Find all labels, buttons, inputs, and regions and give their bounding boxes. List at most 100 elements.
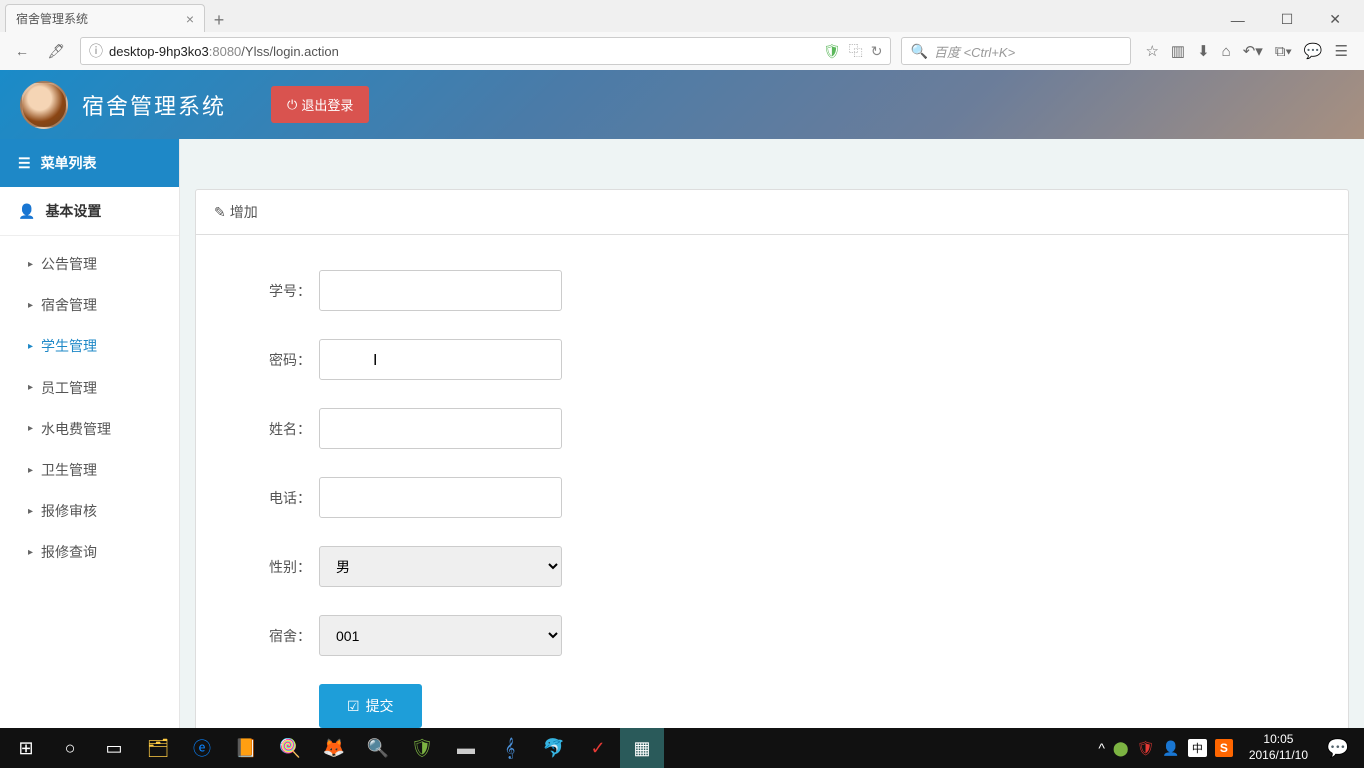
row-gender: 性别： 男 (251, 546, 1293, 587)
library-icon[interactable]: ▥ (1171, 42, 1185, 60)
sidebar-item-announcement[interactable]: ▸公告管理 (0, 244, 179, 285)
select-dorm[interactable]: 001 (319, 615, 562, 656)
tab-bar: 宿舍管理系统 × + — ☐ ✕ (0, 0, 1364, 32)
chat-icon[interactable]: 💬 (1304, 42, 1323, 60)
qr-icon[interactable]: ⿻ (849, 41, 863, 61)
logout-button[interactable]: ⏻ 退出登录 (271, 86, 369, 123)
sidebar-item-staff[interactable]: ▸员工管理 (0, 368, 179, 409)
select-gender[interactable]: 男 (319, 546, 562, 587)
sidebar-item-student[interactable]: ▸学生管理 (0, 326, 179, 367)
app-icon-4[interactable]: 🛡 (400, 728, 444, 768)
minimize-button[interactable]: — (1223, 8, 1253, 32)
taskview-icon[interactable]: ▭ (92, 728, 136, 768)
tray-icon-1[interactable]: ⬤ (1113, 740, 1129, 757)
app-icon-1[interactable]: 📙 (224, 728, 268, 768)
label-dorm: 宿舍： (251, 626, 311, 646)
tab-close-icon[interactable]: × (186, 11, 194, 27)
caret-icon: ▸ (28, 420, 33, 438)
sidebar-item-dorm[interactable]: ▸宿舍管理 (0, 285, 179, 326)
submit-button[interactable]: ☑ 提交 (319, 684, 422, 728)
logout-label: 退出登录 (301, 95, 353, 114)
menu-icon[interactable]: ☰ (1335, 42, 1348, 60)
panel-title: 增加 (230, 202, 258, 222)
sidebar-item-repair-query[interactable]: ▸报修查询 (0, 532, 179, 573)
reload-icon[interactable]: ↻ (871, 43, 883, 60)
info-icon[interactable]: ⓘ (89, 41, 103, 61)
sidebar-item-utilities[interactable]: ▸水电费管理 (0, 409, 179, 450)
app-body: ☰ 菜单列表 👤 基本设置 ▸公告管理 ▸宿舍管理 ▸学生管理 ▸员工管理 ▸水… (0, 139, 1364, 728)
edge-icon[interactable]: ⓔ (180, 728, 224, 768)
history-icon[interactable]: ↶▾ (1243, 42, 1263, 60)
sidebar: ☰ 菜单列表 👤 基本设置 ▸公告管理 ▸宿舍管理 ▸学生管理 ▸员工管理 ▸水… (0, 139, 180, 728)
cortana-icon[interactable]: ○ (48, 728, 92, 768)
maximize-button[interactable]: ☐ (1273, 7, 1302, 32)
sidebar-items: ▸公告管理 ▸宿舍管理 ▸学生管理 ▸员工管理 ▸水电费管理 ▸卫生管理 ▸报修… (0, 236, 179, 582)
browser-tab[interactable]: 宿舍管理系统 × (5, 4, 205, 32)
label-password: 密码： (251, 350, 311, 370)
start-button[interactable]: ⊞ (4, 728, 48, 768)
input-name[interactable] (319, 408, 562, 449)
app-icon-8[interactable]: ▦ (620, 728, 664, 768)
caret-icon: ▸ (28, 462, 33, 480)
check-icon: ☑ (347, 698, 360, 715)
ime-indicator[interactable]: 中 (1188, 739, 1207, 757)
sidebar-item-hygiene[interactable]: ▸卫生管理 (0, 450, 179, 491)
notification-icon[interactable]: 💬 (1316, 728, 1360, 768)
taskbar-clock[interactable]: 10:05 2016/11/10 (1241, 732, 1316, 763)
tray-icon-3[interactable]: 👤 (1162, 740, 1179, 757)
row-name: 姓名： (251, 408, 1293, 449)
url-text: desktop-9hp3ko3:8080/Ylss/login.action (109, 44, 823, 59)
row-student-id: 学号： (251, 270, 1293, 311)
app-icon-6[interactable]: 🐬 (532, 728, 576, 768)
tray-icon-2[interactable]: 🛡 (1137, 740, 1155, 757)
row-dorm: 宿舍： 001 (251, 615, 1293, 656)
url-bar[interactable]: ⓘ desktop-9hp3ko3:8080/Ylss/login.action… (80, 37, 891, 65)
label-name: 姓名： (251, 419, 311, 439)
bookmark-icon[interactable]: ☆ (1145, 42, 1158, 60)
app-icon-3[interactable]: 🔍 (356, 728, 400, 768)
shield-icon[interactable]: 🛡 (823, 43, 841, 60)
search-icon: 🔍 (910, 43, 927, 60)
sogou-icon[interactable]: S (1215, 739, 1233, 757)
close-window-button[interactable]: ✕ (1321, 7, 1349, 32)
sidebar-menu-header: ☰ 菜单列表 (0, 139, 179, 187)
window-controls: — ☐ ✕ (1223, 7, 1364, 32)
back-button[interactable]: ← (8, 37, 36, 65)
row-phone: 电话： (251, 477, 1293, 518)
sidebar-section-basic[interactable]: 👤 基本设置 (0, 187, 179, 236)
label-gender: 性别： (251, 557, 311, 577)
terminal-icon[interactable]: ▬ (444, 728, 488, 768)
caret-icon: ▸ (28, 544, 33, 562)
new-tab-button[interactable]: + (205, 8, 233, 32)
app-icon-7[interactable]: ✓ (576, 728, 620, 768)
main-content: ✎ 增加 学号： 密码： 姓名： (180, 139, 1364, 728)
identity-icon[interactable]: 🖋 (42, 37, 70, 65)
tray-up-icon[interactable]: ^ (1098, 740, 1105, 756)
search-box[interactable]: 🔍 百度 <Ctrl+K> (901, 37, 1131, 65)
panel-header: ✎ 增加 (196, 190, 1348, 235)
input-phone[interactable] (319, 477, 562, 518)
sidebar-item-repair-review[interactable]: ▸报修审核 (0, 491, 179, 532)
home-icon[interactable]: ⌂ (1222, 43, 1231, 60)
caret-icon: ▸ (28, 338, 33, 356)
panel-body: 学号： 密码： 姓名： 电话： (196, 235, 1348, 728)
screenshot-icon[interactable]: ⧉▾ (1275, 43, 1292, 60)
explorer-icon[interactable]: 🗂 (136, 728, 180, 768)
menu-header-label: 菜单列表 (41, 153, 97, 173)
download-icon[interactable]: ⬇ (1197, 42, 1210, 60)
user-icon: 👤 (18, 203, 35, 220)
firefox-icon[interactable]: 🦊 (312, 728, 356, 768)
nav-bar: ← 🖋 ⓘ desktop-9hp3ko3:8080/Ylss/login.ac… (0, 32, 1364, 70)
edit-icon: ✎ (214, 204, 226, 221)
form-panel: ✎ 增加 学号： 密码： 姓名： (195, 189, 1349, 728)
list-icon: ☰ (18, 155, 31, 172)
app-icon-5[interactable]: 𝄞 (488, 728, 532, 768)
clock-time: 10:05 (1249, 732, 1308, 748)
section-label: 基本设置 (45, 201, 101, 221)
url-bar-icons: 🛡 ⿻ ↻ (823, 41, 883, 61)
caret-icon: ▸ (28, 503, 33, 521)
taskbar: ⊞ ○ ▭ 🗂 ⓔ 📙 🍭 🦊 🔍 🛡 ▬ 𝄞 🐬 ✓ ▦ ^ ⬤ 🛡 👤 中 … (0, 728, 1364, 768)
app-icon-2[interactable]: 🍭 (268, 728, 312, 768)
input-student-id[interactable] (319, 270, 562, 311)
input-password[interactable] (319, 339, 562, 380)
